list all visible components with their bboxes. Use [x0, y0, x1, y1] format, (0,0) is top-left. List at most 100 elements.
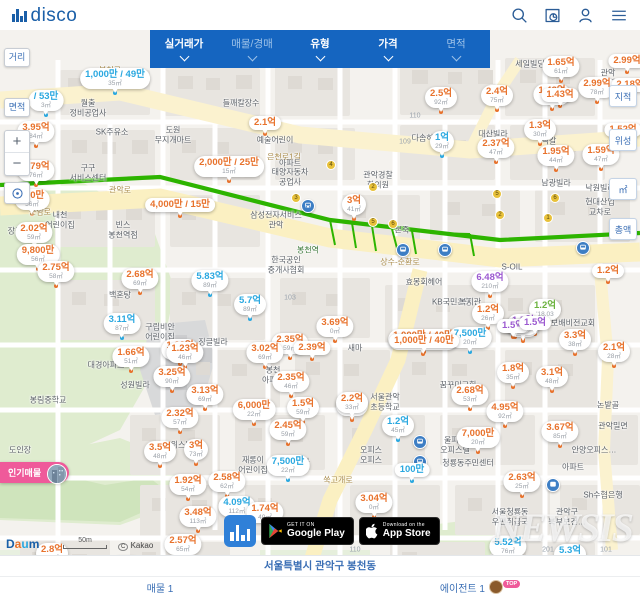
price-marker-15[interactable]: 3.13억 69㎡	[186, 384, 224, 409]
price-marker-47[interactable]: 3.69억 0㎡	[316, 316, 354, 341]
price-marker-71[interactable]: 4,000만 / 15만	[145, 198, 215, 216]
map-compass-icon[interactable]	[544, 7, 561, 24]
price-marker-11[interactable]: 3.11억 87㎡	[103, 313, 141, 338]
subway-exit-icon[interactable]: 1	[543, 213, 553, 223]
price-marker-45[interactable]: 2.1억 28㎡	[598, 341, 630, 366]
price-marker-67[interactable]: 1.95억 44㎡	[537, 145, 575, 170]
price-marker-30[interactable]: 100만	[394, 463, 430, 481]
price-marker-59[interactable]: 2.4억 75㎡	[481, 85, 513, 110]
price-marker-82[interactable]: 2.99억	[608, 54, 640, 72]
map-poi-label: 효몽회헤어	[405, 277, 443, 287]
search-icon[interactable]	[511, 7, 528, 24]
price-marker-64[interactable]: 1억 29㎡	[429, 131, 455, 156]
filter-item-4[interactable]: 면적	[422, 30, 490, 68]
price-marker-65[interactable]: 2.37억 47㎡	[477, 137, 515, 162]
unit-sqm-toggle[interactable]: ㎡	[609, 178, 637, 200]
price-marker-36[interactable]: 2.68억 53㎡	[451, 384, 489, 409]
subway-exit-icon[interactable]: 2	[368, 182, 378, 192]
listings-count-button[interactable]: 매물 1	[0, 580, 320, 595]
filter-item-2[interactable]: 유형	[286, 30, 354, 68]
price-marker-34[interactable]: 4.95억 92㎡	[486, 401, 524, 426]
filter-item-0[interactable]: 실거래가	[150, 30, 218, 68]
price-marker-5[interactable]: 2.02억 59㎡	[15, 222, 53, 247]
app-logo[interactable]: disco	[12, 6, 77, 25]
price-marker-73[interactable]: 1,000만 / 40만	[389, 334, 459, 352]
subway-exit-icon[interactable]: 3	[291, 193, 301, 203]
price-marker-23[interactable]: 6,000만 22㎡	[232, 399, 276, 424]
price-marker-57[interactable]: 3억 41㎡	[341, 194, 367, 219]
price-marker-31[interactable]: 7,000만 20㎡	[456, 427, 500, 452]
price-marker-58[interactable]: 2.5억 92㎡	[425, 87, 457, 112]
price-marker-84[interactable]: 1.5억	[519, 316, 551, 334]
app-store-button[interactable]: Download on the App Store	[358, 517, 440, 545]
price-marker-72[interactable]: 2.39억	[293, 341, 331, 359]
subway-exit-icon[interactable]: 5	[368, 217, 378, 227]
price-marker-83[interactable]: 1.2억	[592, 264, 624, 282]
price-marker-49[interactable]: 3.02억 69㎡	[246, 342, 284, 367]
subway-exit-icon[interactable]: 2	[495, 210, 505, 220]
price-marker-17[interactable]: 3.5억 48㎡	[144, 441, 176, 466]
subway-station-icon[interactable]	[413, 435, 427, 449]
price-marker-27[interactable]: 1.5억 59㎡	[287, 397, 319, 422]
price-marker-22[interactable]: 3.48억 113㎡	[179, 506, 217, 531]
price-marker-53[interactable]: 2.2억 33㎡	[336, 392, 368, 417]
price-marker-1[interactable]: / 53만 3㎡	[28, 90, 64, 115]
google-play-button[interactable]: GET IT ON Google Play	[261, 517, 354, 545]
subway-station-icon[interactable]	[546, 478, 560, 492]
price-marker-9[interactable]: 5.83억 89㎡	[191, 270, 229, 295]
price-marker-price: 3.3억	[564, 330, 586, 341]
price-marker-32[interactable]: 3.04억 0㎡	[355, 492, 393, 517]
satellite-toggle[interactable]: 위성	[609, 129, 637, 151]
subway-exit-icon[interactable]: 4	[326, 160, 336, 170]
price-marker-14[interactable]: 3.25억 90㎡	[153, 366, 191, 391]
cadastral-toggle[interactable]: 지적	[609, 85, 637, 107]
filter-item-3[interactable]: 가격	[354, 30, 422, 68]
hot-listing-badge[interactable]: 인기매물	[0, 462, 70, 484]
price-marker-80[interactable]: 5.52억 76㎡	[489, 536, 527, 561]
price-marker-56[interactable]: 2,000만 / 25만 15㎡	[194, 156, 264, 181]
price-marker-0[interactable]: 1,000만 / 49만 35㎡	[80, 68, 150, 93]
price-marker-29[interactable]: 1.2억 45㎡	[382, 415, 414, 440]
price-marker-35[interactable]: 3.67억 85㎡	[541, 421, 579, 446]
subway-station-icon[interactable]	[576, 241, 590, 255]
price-marker-7[interactable]: 2.75억 58㎡	[37, 261, 75, 286]
price-marker-63[interactable]: 1.43억	[541, 88, 579, 106]
price-marker-20[interactable]: 2.58억 62㎡	[208, 471, 246, 496]
price-marker-10[interactable]: 5.7억 89㎡	[234, 294, 266, 319]
price-marker-44[interactable]: 3.3억 38㎡	[559, 329, 591, 354]
subway-exit-icon[interactable]: 6	[550, 193, 560, 203]
price-marker-33[interactable]: 2.63억 25㎡	[503, 471, 541, 496]
filter-item-1[interactable]: 매물/경매	[218, 30, 286, 68]
price-marker-18[interactable]: 3억 73㎡	[183, 439, 209, 464]
menu-icon[interactable]	[610, 7, 628, 24]
disco-app-icon[interactable]	[224, 515, 256, 547]
subway-exit-icon[interactable]: 5	[492, 189, 502, 199]
price-marker-50[interactable]: 1.23억 46㎡	[166, 342, 204, 367]
price-marker-38[interactable]: 3.1억 48㎡	[536, 366, 568, 391]
agents-count-button[interactable]: 에이전트 1 TOP	[320, 579, 640, 595]
price-marker-61[interactable]: 1.65억 61㎡	[542, 56, 580, 81]
zoom-in-button[interactable]: +	[5, 131, 29, 153]
subway-station-icon[interactable]	[396, 243, 410, 257]
distance-tool-button[interactable]: 거리	[4, 48, 30, 67]
price-marker-52[interactable]: 2.35억 46㎡	[272, 371, 310, 396]
price-marker-19[interactable]: 1.92억 54㎡	[169, 474, 207, 499]
subway-station-icon[interactable]	[301, 199, 315, 213]
price-marker-12[interactable]: 1.66억 51㎡	[112, 346, 150, 371]
price-marker-43[interactable]: 6.48억 210㎡	[471, 271, 509, 296]
price-marker-8[interactable]: 2.68억 69㎡	[121, 268, 159, 293]
subway-exit-icon[interactable]: 6	[388, 219, 398, 229]
price-marker-55[interactable]: 2.1억	[249, 116, 281, 134]
price-marker-24[interactable]: 2.45억 59㎡	[269, 419, 307, 444]
user-icon[interactable]	[577, 7, 594, 24]
price-marker-66[interactable]: 1.3억 30㎡	[524, 119, 556, 144]
area-tool-button[interactable]: 면적	[4, 98, 30, 117]
subway-station-icon[interactable]	[438, 243, 452, 257]
unit-total-toggle[interactable]: 총액	[609, 218, 637, 240]
price-marker-16[interactable]: 2.32억 57㎡	[161, 407, 199, 432]
zoom-out-button[interactable]: −	[5, 153, 29, 175]
locate-me-button[interactable]	[4, 182, 30, 204]
price-marker-37[interactable]: 1.8억 35㎡	[497, 362, 529, 387]
price-marker-75[interactable]: 2.57억 65㎡	[164, 534, 202, 559]
price-marker-25[interactable]: 7,500만 22㎡	[266, 455, 310, 480]
